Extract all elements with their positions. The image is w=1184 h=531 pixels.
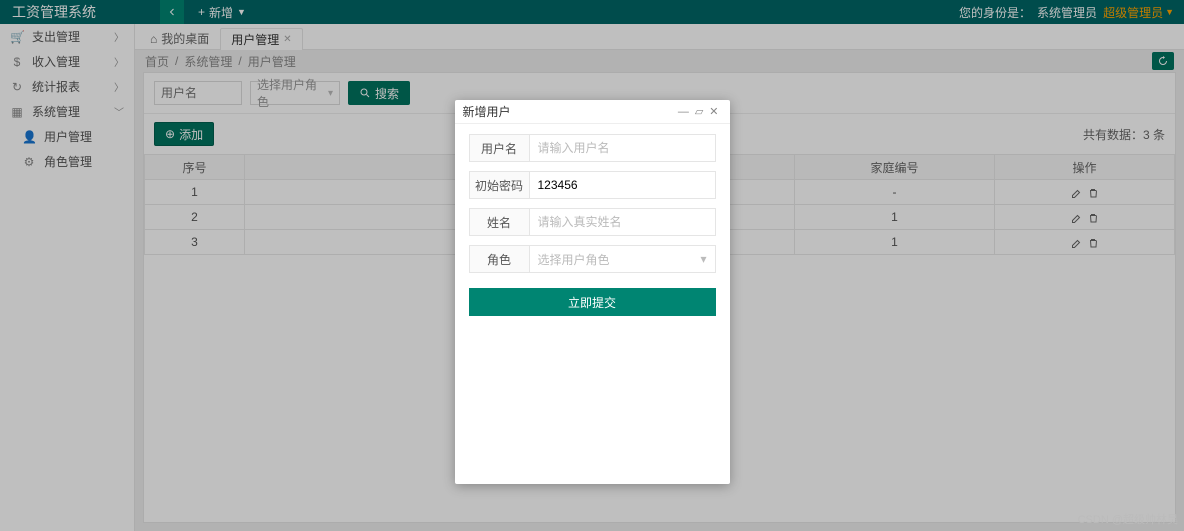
field-label: 姓名 (469, 208, 529, 236)
minimize-button[interactable]: — (675, 106, 692, 118)
watermark: CSDN @超级帅林昊 (1078, 511, 1178, 527)
password-input[interactable] (529, 171, 716, 199)
modal-overlay: 新增用户 — ▱ ✕ 用户名 初始密码 姓名 角色 (0, 0, 1184, 531)
form-row-role: 角色 选择用户角色 (469, 245, 716, 273)
submit-button[interactable]: 立即提交 (469, 288, 716, 316)
add-user-modal: 新增用户 — ▱ ✕ 用户名 初始密码 姓名 角色 (455, 100, 730, 484)
username-input[interactable] (529, 134, 716, 162)
form-row-password: 初始密码 (469, 171, 716, 199)
form-row-username: 用户名 (469, 134, 716, 162)
field-label: 角色 (469, 245, 529, 273)
realname-input[interactable] (529, 208, 716, 236)
field-label: 初始密码 (469, 171, 529, 199)
modal-header: 新增用户 — ▱ ✕ (455, 100, 730, 124)
modal-title: 新增用户 (463, 103, 675, 120)
form-row-realname: 姓名 (469, 208, 716, 236)
role-select[interactable]: 选择用户角色 (529, 245, 716, 273)
close-button[interactable]: ✕ (706, 105, 721, 118)
role-select-placeholder: 选择用户角色 (538, 251, 610, 268)
maximize-button[interactable]: ▱ (692, 105, 706, 118)
field-label: 用户名 (469, 134, 529, 162)
modal-body: 用户名 初始密码 姓名 角色 选择用户角色 立即提交 (455, 124, 730, 484)
